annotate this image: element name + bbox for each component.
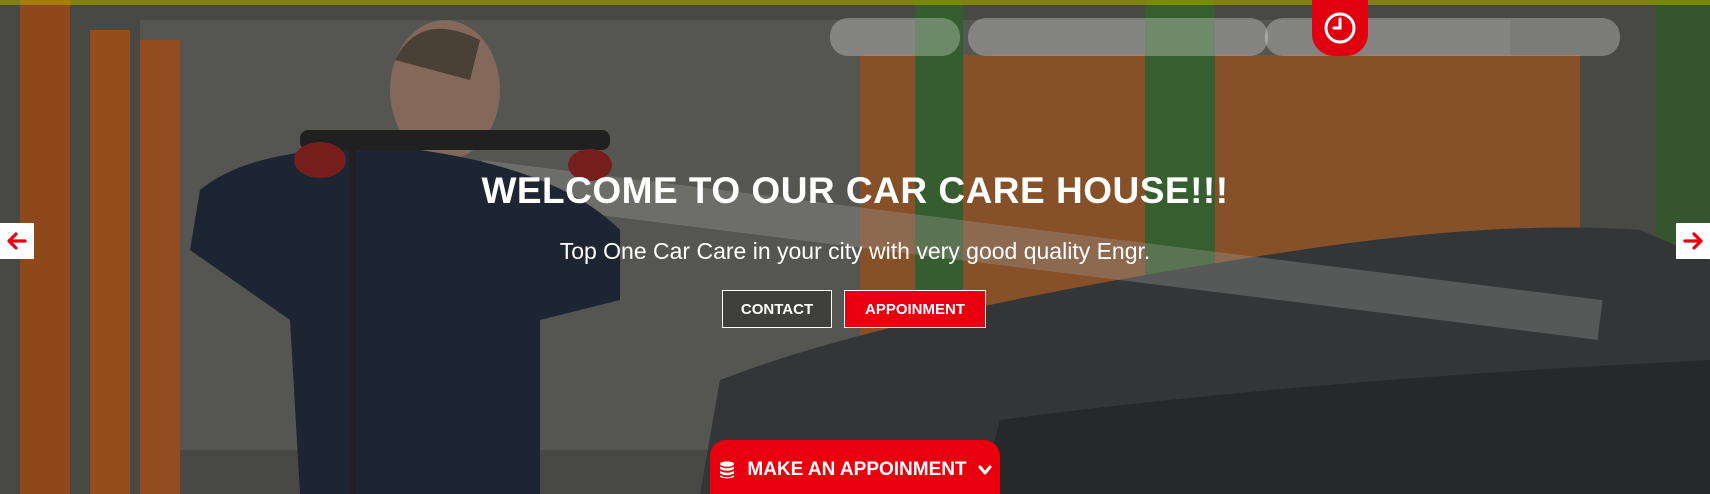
make-appointment-label: MAKE AN APPOINMENT	[747, 459, 967, 480]
hero-content: WELCOME TO OUR CAR CARE HOUSE!!! Top One…	[0, 170, 1710, 265]
appointment-button[interactable]: APPOINMENT	[844, 290, 986, 328]
hero-subtitle: Top One Car Care in your city with very …	[559, 238, 1151, 264]
chevron-down-icon	[978, 465, 992, 475]
slider-next-button[interactable]	[1676, 223, 1710, 259]
clock-icon	[1324, 12, 1356, 44]
arrow-right-icon	[1683, 232, 1703, 250]
contact-button[interactable]: CONTACT	[722, 290, 832, 328]
clock-badge[interactable]	[1312, 0, 1368, 56]
arrow-left-icon	[7, 232, 27, 250]
hero-slider: WELCOME TO OUR CAR CARE HOUSE!!! Top One…	[0, 0, 1710, 494]
database-icon	[720, 461, 735, 479]
hero-title: WELCOME TO OUR CAR CARE HOUSE!!!	[481, 170, 1229, 211]
slider-prev-button[interactable]	[0, 223, 34, 259]
light-fixture	[968, 18, 1268, 56]
make-appointment-tab[interactable]: MAKE AN APPOINMENT	[710, 440, 1000, 494]
top-accent-bar	[0, 0, 1710, 5]
hero-buttons: CONTACT APPOINMENT	[722, 290, 986, 328]
light-fixture	[830, 18, 960, 56]
